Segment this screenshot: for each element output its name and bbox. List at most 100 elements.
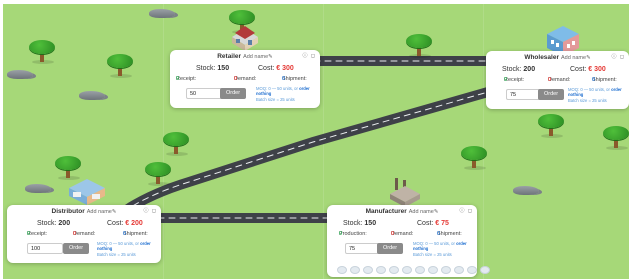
tree: [145, 162, 171, 186]
demand-label: Demand:: [548, 77, 571, 83]
retailer-title: Retailer: [217, 53, 242, 60]
shipment-label: Shipment:: [592, 77, 617, 83]
rock: [149, 9, 175, 18]
tree: [461, 146, 487, 170]
stock-value: 200: [523, 66, 536, 73]
order-button[interactable]: Order: [220, 88, 246, 99]
order-quantity-input[interactable]: 75: [345, 243, 379, 254]
shipment-label: Shipment:: [123, 231, 148, 237]
tree: [163, 132, 189, 156]
stock-label: Stock:: [343, 220, 363, 227]
receipt-value: 0: [27, 231, 31, 237]
stock-label: Stock:: [196, 65, 216, 72]
pipeline-slot: [389, 266, 399, 274]
order-quantity-input[interactable]: 100: [27, 243, 63, 254]
tree: [603, 126, 629, 150]
wholesaler-panel: Wholesaler Add name✎ ⓘ ◻ Stock: 200 Cost:…: [486, 51, 629, 109]
demand-value: 0: [234, 76, 238, 82]
shipment-value: 0: [592, 77, 596, 83]
pipeline-slot: [454, 266, 464, 274]
add-name-link[interactable]: Add name✎: [243, 54, 273, 60]
note-text: MOQ: 0 — 50 units, or: [413, 241, 455, 246]
panel-controls[interactable]: ⓘ ◻: [611, 53, 625, 60]
tree: [538, 114, 564, 138]
manufacturer-title: Manufacturer: [365, 208, 407, 215]
batch-size-text: Batch size = 25 units: [97, 251, 136, 257]
add-name-link[interactable]: Add name✎: [561, 55, 591, 61]
note-text: MOQ: 0 — 50 units, or: [568, 87, 610, 92]
order-button[interactable]: Order: [377, 243, 403, 254]
cost-value: € 200: [125, 220, 143, 227]
production-value: 0: [339, 231, 343, 237]
cost-label: Cost:: [570, 66, 587, 73]
demand-value: 0: [73, 231, 77, 237]
stock-label: Stock:: [37, 220, 57, 227]
demand-value: 0: [548, 77, 552, 83]
pipeline-slot: [363, 266, 373, 274]
cost-value: € 75: [435, 220, 449, 227]
order-note: MOQ: 0 — 50 units, or order nothing Batch…: [568, 87, 626, 103]
receipt-value: 0: [504, 77, 508, 83]
distributor-panel: Distributor Add name✎ ⓘ ◻ Stock: 200 Cost…: [7, 205, 161, 263]
receipt-value: 0: [176, 76, 180, 82]
rock: [79, 91, 105, 100]
distributor-warehouse-building: [69, 179, 105, 205]
batch-size-text: Batch size = 25 units: [568, 97, 607, 103]
shipment-value: 0: [437, 231, 441, 237]
pipeline-slot: [467, 266, 477, 274]
demand-label: Demand:: [73, 231, 96, 237]
production-label: Production:: [339, 231, 367, 237]
pipeline-slot: [402, 266, 412, 274]
pipeline-slot: [337, 266, 347, 274]
cost-label: Cost:: [417, 220, 434, 227]
pipeline-slot: [376, 266, 386, 274]
stock-value: 200: [58, 220, 71, 227]
shipment-value: 0: [282, 76, 286, 82]
game-map: Retailer Add name✎ ⓘ ◻ Stock: 150 Cost: €…: [3, 4, 629, 279]
distributor-title: Distributor: [51, 208, 85, 215]
tree: [406, 34, 432, 58]
order-button[interactable]: Order: [63, 243, 89, 254]
pipeline-slot: [428, 266, 438, 274]
manufacturer-panel: Manufacturer Add name✎ ⓘ ◻ Stock: 150 Cos…: [327, 205, 490, 277]
shipment-label: Shipment:: [437, 231, 462, 237]
demand-value: 0: [391, 231, 395, 237]
order-note: MOQ: 0 — 50 units, or order nothing Batch…: [256, 86, 326, 102]
cost-label: Cost:: [107, 220, 124, 227]
panel-controls[interactable]: ⓘ ◻: [302, 52, 316, 59]
stock-value: 150: [217, 65, 230, 72]
order-button[interactable]: Order: [538, 89, 564, 100]
tree: [29, 40, 55, 64]
panel-controls[interactable]: ⓘ ◻: [143, 207, 157, 214]
rock: [513, 186, 539, 195]
demand-label: Demand:: [391, 231, 414, 237]
cost-value: € 300: [588, 66, 606, 73]
order-note: MOQ: 0 — 50 units, or order nothing Batch…: [413, 241, 475, 257]
order-quantity-input[interactable]: 75: [506, 89, 540, 100]
tree: [107, 54, 133, 78]
stock-label: Stock:: [502, 66, 522, 73]
batch-size-text: Batch size = 25 units: [413, 251, 452, 257]
order-note: MOQ: 0 — 50 units, or order nothing Batch…: [97, 241, 159, 257]
demand-label: Demand:: [234, 76, 257, 82]
note-text: MOQ: 0 — 50 units, or: [256, 86, 298, 91]
note-text: MOQ: 0 — 50 units, or: [97, 241, 139, 246]
add-name-link[interactable]: Add name✎: [409, 209, 439, 215]
pipeline-slot: [441, 266, 451, 274]
shipment-value: 0: [123, 231, 127, 237]
pipeline-slot: [480, 266, 490, 274]
cost-value: € 300: [276, 65, 294, 72]
retailer-shop-building: [232, 26, 258, 51]
panel-controls[interactable]: ⓘ ◻: [459, 207, 473, 214]
pipeline-slot: [415, 266, 425, 274]
retailer-panel: Retailer Add name✎ ⓘ ◻ Stock: 150 Cost: €…: [170, 50, 320, 108]
manufacturer-factory-building: [390, 178, 420, 207]
cost-label: Cost:: [258, 65, 275, 72]
batch-size-text: Batch size = 25 units: [256, 96, 295, 102]
rock: [25, 184, 51, 193]
add-name-link[interactable]: Add name✎: [87, 209, 117, 215]
wholesaler-title: Wholesaler: [524, 54, 559, 61]
stock-value: 150: [364, 220, 377, 227]
rock: [7, 70, 33, 79]
production-pipeline: [337, 266, 490, 274]
